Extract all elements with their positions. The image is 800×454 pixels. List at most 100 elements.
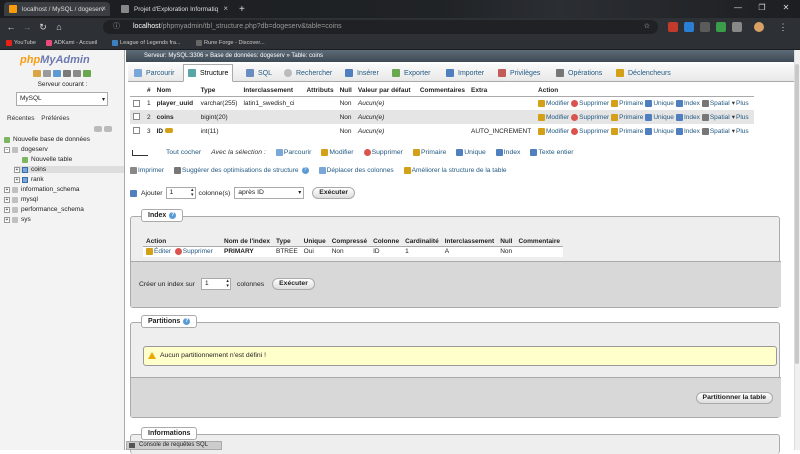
propose-structure-link[interactable]: Suggérer des optimisations de structure? <box>174 167 309 174</box>
partition-table-button[interactable]: Partitionner la table <box>695 392 773 404</box>
info-icon[interactable]: ⓘ <box>113 20 120 34</box>
column-header[interactable]: Valeur par défaut <box>354 86 417 97</box>
create-index-go-button[interactable]: Exécuter <box>272 278 315 290</box>
help-icon[interactable]: ? <box>301 167 309 174</box>
information-legend[interactable]: Informations <box>141 427 198 440</box>
unique-button[interactable]: Unique <box>645 127 674 135</box>
column-header[interactable]: Nom <box>153 86 198 97</box>
tree-item-information-schema[interactable]: + information_schema <box>4 186 80 193</box>
expand-icon[interactable]: + <box>4 186 10 193</box>
index-button[interactable]: Index <box>675 113 700 121</box>
drop-index-button[interactable]: Supprimer <box>174 248 213 255</box>
back-icon[interactable]: ← <box>4 20 18 34</box>
close-tab-icon[interactable]: × <box>101 4 106 13</box>
more-dropdown[interactable]: ▾Plus <box>732 114 749 121</box>
add-column-position-select[interactable]: après ID ▾ <box>234 187 305 199</box>
primary-key-button[interactable]: Primaire <box>611 113 643 121</box>
row-checkbox[interactable] <box>133 113 140 121</box>
tree-item-new-db[interactable]: Nouvelle base de données <box>4 136 90 143</box>
more-dropdown[interactable]: ▾Plus <box>732 128 749 135</box>
bulk-drop-button[interactable]: Supprimer <box>363 149 403 156</box>
spinner-icon[interactable]: ▴ ▾ <box>226 279 229 289</box>
tab-favorites[interactable]: Préférées <box>41 115 69 122</box>
tab-privileges[interactable]: Privilèges <box>498 64 540 82</box>
bookmark-item[interactable]: ADKami - Accueil <box>46 38 97 48</box>
column-header[interactable]: Attributs <box>303 86 337 97</box>
settings-icon[interactable] <box>73 70 81 77</box>
table-row[interactable]: 1 player_uuid varchar(255) latin1_swedish_c… <box>130 96 754 110</box>
expand-icon[interactable]: + <box>14 176 20 183</box>
help-icon[interactable]: ? <box>169 212 177 219</box>
server-select[interactable]: MySQL ▾ <box>16 92 108 106</box>
bookmark-item[interactable]: Rune Forge - Discover... <box>196 38 265 48</box>
scrollbar-thumb[interactable] <box>795 64 799 364</box>
tab-search[interactable]: Rechercher <box>284 64 332 82</box>
help-icon[interactable] <box>53 70 61 77</box>
add-column-go-button[interactable]: Exécuter <box>312 187 355 199</box>
browser-tab-projet[interactable]: Projet d'Exploration Informatiq × <box>116 2 232 16</box>
bookmark-item[interactable]: YouTube <box>6 38 36 48</box>
spatial-button[interactable]: Spatial <box>701 127 730 135</box>
bulk-browse-button[interactable]: Parcourir <box>275 149 311 156</box>
primary-key-button[interactable]: Primaire <box>611 127 643 135</box>
tab-structure[interactable]: Structure <box>183 64 234 82</box>
menu-icon[interactable]: ⋮ <box>776 20 790 34</box>
home-icon[interactable] <box>33 70 41 77</box>
add-column-count-input[interactable]: 1 ▴ ▾ <box>165 187 196 199</box>
docs-icon[interactable] <box>63 70 71 77</box>
link-icon[interactable] <box>104 126 112 132</box>
bulk-fulltext-button[interactable]: Texte entier <box>530 149 574 156</box>
close-tab-icon[interactable]: × <box>223 4 228 13</box>
unique-button[interactable]: Unique <box>645 100 674 107</box>
bulk-unique-button[interactable]: Unique <box>456 149 486 156</box>
help-icon[interactable]: ? <box>183 318 191 325</box>
edit-column-button[interactable]: Modifier <box>538 100 569 107</box>
phpmyadmin-logo[interactable]: phpMyAdmin <box>20 54 90 66</box>
drop-column-button[interactable]: Supprimer <box>571 127 609 135</box>
tree-item-dogeserv[interactable]: − dogeserv <box>4 146 48 153</box>
edit-index-button[interactable]: Éditer <box>146 248 171 255</box>
tab-import[interactable]: Importer <box>446 64 484 82</box>
tab-browse[interactable]: Parcourir <box>134 64 174 82</box>
expand-icon[interactable]: + <box>4 196 10 203</box>
tree-item-mysql[interactable]: + mysql <box>4 196 38 203</box>
sql-console-toggle[interactable]: Console de requêtes SQL <box>126 441 222 450</box>
close-window-icon[interactable]: ✕ <box>774 0 798 16</box>
column-header[interactable]: Interclassement <box>240 86 304 97</box>
move-columns-link[interactable]: Déplacer des colonnes <box>318 167 394 174</box>
breadcrumb-db[interactable]: Base de données: dogeserv <box>210 53 285 59</box>
extension-icon[interactable] <box>732 22 742 32</box>
tree-item-sys[interactable]: + sys <box>4 216 31 223</box>
extension-icon[interactable] <box>716 22 726 32</box>
tree-item-coins[interactable]: + coins <box>14 166 124 173</box>
collapse-all-icon[interactable] <box>94 126 102 132</box>
spatial-button[interactable]: Spatial <box>701 100 730 107</box>
column-header[interactable]: Extra <box>468 86 536 97</box>
check-all-link[interactable]: Tout cocher <box>166 149 201 156</box>
drop-column-button[interactable]: Supprimer <box>571 113 609 121</box>
tab-triggers[interactable]: Déclencheurs <box>616 64 671 82</box>
index-button[interactable]: Index <box>675 100 700 107</box>
avatar[interactable] <box>754 22 764 32</box>
extension-icon[interactable] <box>700 22 710 32</box>
tab-sql[interactable]: SQL <box>246 64 272 82</box>
vertical-scrollbar[interactable] <box>794 50 800 450</box>
expand-icon[interactable]: + <box>4 206 10 213</box>
index-button[interactable]: Index <box>675 127 700 135</box>
normalize-link[interactable]: Améliorer la structure de la table <box>403 167 507 174</box>
edit-column-button[interactable]: Modifier <box>538 113 569 121</box>
minimize-icon[interactable]: — <box>726 0 750 16</box>
breadcrumb-table[interactable]: Table: coins <box>291 53 323 59</box>
row-checkbox[interactable] <box>133 99 140 107</box>
table-row[interactable]: 3 ID int(11) Non Aucun(e) AUTO_INCREMENT Modi… <box>130 124 754 138</box>
exit-icon[interactable] <box>43 70 51 77</box>
create-index-count-input[interactable]: 1 ▴ ▾ <box>200 278 231 290</box>
unique-button[interactable]: Unique <box>645 113 674 121</box>
column-header[interactable]: Commentaires <box>416 86 469 97</box>
breadcrumb-server[interactable]: Serveur: MySQL:3306 <box>144 53 203 59</box>
primary-key-button[interactable]: Primaire <box>611 100 643 107</box>
extension-icon[interactable] <box>668 22 678 32</box>
expand-icon[interactable]: + <box>14 166 20 173</box>
more-dropdown[interactable]: ▾Plus <box>732 100 749 107</box>
new-tab-button[interactable]: + <box>236 2 250 16</box>
